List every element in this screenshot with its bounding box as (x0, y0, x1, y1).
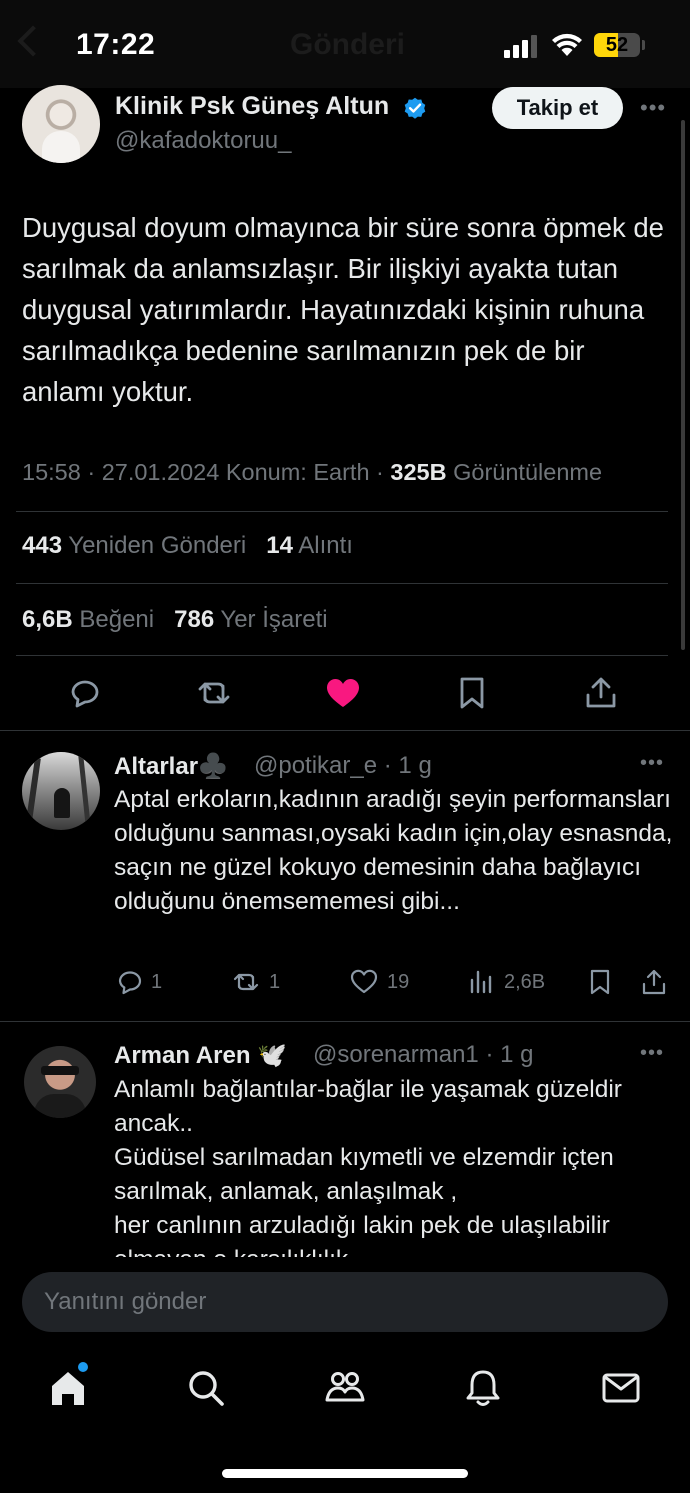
reply-author-handle[interactable]: @sorenarman1 · 1 g (313, 1041, 533, 1069)
bookmark-icon[interactable] (454, 675, 490, 711)
status-bar: Gönderi 17:22 52 (0, 0, 690, 88)
reply-icon[interactable] (116, 968, 144, 996)
views-count: 2,6B (504, 971, 546, 993)
status-time: 17:22 (76, 28, 156, 61)
like-count: 19 (387, 971, 410, 993)
tweet-timestamp-location: 15:58 · 27.01.2024 Konum: Earth · (22, 459, 391, 485)
messages-icon[interactable] (601, 1368, 641, 1408)
battery-level: 52 (605, 34, 629, 56)
share-icon[interactable] (640, 968, 668, 996)
repost-count: 1 (269, 971, 281, 993)
tweet-meta: 15:58 · 27.01.2024 Konum: Earth · 325B G… (22, 459, 602, 486)
cellular-signal-icon (504, 34, 540, 58)
back-icon[interactable] (17, 25, 49, 57)
repost-icon[interactable] (232, 968, 260, 996)
reply-avatar[interactable] (24, 1046, 96, 1118)
author-handle[interactable]: @kafadoktoruu_ (115, 127, 291, 155)
likes-label[interactable]: Beğeni (73, 606, 154, 633)
divider (16, 655, 668, 656)
views-label: Görüntülenme (446, 459, 603, 485)
bookmarks-count[interactable]: 786 (174, 606, 214, 633)
likes-count[interactable]: 6,6B (22, 606, 73, 633)
reply-author-handle[interactable]: @potikar_e · 1 g (254, 752, 432, 780)
quotes-count[interactable]: 14 (266, 532, 293, 559)
more-options-icon[interactable]: ••• (640, 97, 666, 119)
wifi-icon (552, 33, 582, 56)
reposts-label[interactable]: Yeniden Gönderi (62, 532, 246, 559)
search-icon[interactable] (186, 1368, 226, 1408)
notification-dot (78, 1362, 88, 1372)
battery-icon: 52 (594, 33, 640, 57)
views-icon[interactable] (468, 968, 496, 996)
reposts-count[interactable]: 443 (22, 532, 62, 559)
tweet-text: Duygusal doyum olmayınca bir süre sonra … (22, 212, 664, 407)
reply-more-icon[interactable]: ••• (640, 1042, 664, 1065)
author-name[interactable]: Klinik Psk Güneş Altun (115, 92, 389, 121)
divider (0, 730, 690, 731)
verified-badge-icon (404, 97, 426, 119)
home-icon[interactable] (48, 1368, 88, 1408)
like-icon[interactable] (325, 676, 361, 712)
follow-button[interactable]: Takip et (492, 87, 623, 129)
divider (16, 511, 668, 512)
quotes-label[interactable]: Alıntı (293, 532, 353, 559)
bookmarks-label[interactable]: Yer İşareti (214, 606, 327, 633)
home-indicator[interactable] (222, 1469, 468, 1478)
author-avatar[interactable] (22, 85, 100, 163)
repost-stats-row: 443 Yeniden Gönderi 14 Alıntı (22, 532, 353, 560)
header-title: Gönderi (290, 28, 406, 61)
views-count: 325B (390, 459, 447, 485)
divider (0, 1021, 690, 1022)
battery-tip (642, 40, 645, 50)
reply-text: Anlamlı bağlantılar-bağlar ile yaşamak g… (114, 1076, 622, 1257)
reply-text: Aptal erkoların,kadının aradığı şeyin pe… (114, 786, 673, 915)
divider (16, 583, 668, 584)
scrollbar[interactable] (681, 120, 685, 650)
notifications-icon[interactable] (463, 1368, 503, 1408)
communities-icon[interactable] (325, 1368, 365, 1408)
reply-icon[interactable] (67, 675, 103, 711)
reply-avatar[interactable] (22, 752, 100, 830)
bookmark-icon[interactable] (586, 968, 614, 996)
repost-icon[interactable] (196, 675, 232, 711)
like-stats-row: 6,6B Beğeni 786 Yer İşareti (22, 606, 328, 634)
reply-more-icon[interactable]: ••• (640, 752, 664, 775)
reply-author-name[interactable]: Altarlar♣️ (114, 752, 228, 781)
reply-count: 1 (151, 971, 163, 993)
reply-composer[interactable] (22, 1272, 668, 1332)
reply-author-name[interactable]: Arman Aren 🕊️ (114, 1041, 287, 1070)
like-icon[interactable] (350, 968, 378, 996)
share-icon[interactable] (583, 675, 619, 711)
reply-input[interactable] (44, 1272, 644, 1332)
